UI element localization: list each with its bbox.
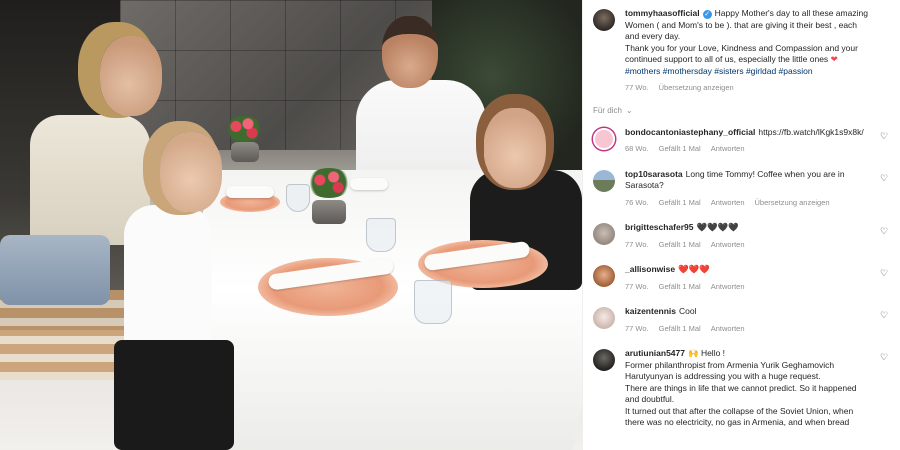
comment-item: bondocantoniastephany_official https://fb…: [593, 127, 890, 155]
comment-filter-dropdown[interactable]: Für dich ⌄: [593, 106, 890, 115]
post-age[interactable]: 77 Wo.: [625, 82, 649, 94]
comment-item: top10sarasota Long time Tommy! Coffee whe…: [593, 169, 890, 209]
commenter-username[interactable]: bondocantoniastephany_official: [625, 127, 755, 137]
water-glass: [286, 184, 310, 212]
comments-scroll[interactable]: tommyhaasofficial ✓ Happy Mother's day to …: [583, 0, 900, 429]
comment-text: https://fb.watch/lKgk1s9x8k/: [758, 126, 864, 137]
author-avatar[interactable]: [593, 9, 615, 31]
girl-left-figure: [124, 205, 212, 355]
reply-button[interactable]: Antworten: [711, 323, 745, 335]
comment-item: arutiunian5477 🙌 Hello ! Former philanthr…: [593, 348, 890, 429]
caption-meta: 77 Wo. Übersetzung anzeigen: [625, 82, 890, 94]
comment-item: _allisonwise ❤️❤️❤️ 77 Wo. Gefällt 1 Mal …: [593, 264, 890, 292]
post-caption: tommyhaasofficial ✓ Happy Mother's day to …: [593, 8, 890, 94]
comment-text: ❤️❤️❤️: [678, 264, 710, 274]
reply-button[interactable]: Antworten: [711, 281, 745, 293]
comment-text: Former philanthropist from Armenia Yurik…: [625, 359, 835, 370]
heart-icon[interactable]: ♡: [880, 352, 890, 362]
comment-like-count[interactable]: Gefällt 1 Mal: [659, 143, 701, 155]
comment-age[interactable]: 77 Wo.: [625, 281, 649, 293]
flower-pot: [231, 142, 259, 162]
translate-link[interactable]: Übersetzung anzeigen: [755, 197, 830, 209]
comment-age[interactable]: 76 Wo.: [625, 197, 649, 209]
reply-button[interactable]: Antworten: [711, 143, 745, 155]
comment-age[interactable]: 77 Wo.: [625, 323, 649, 335]
girl-left-head: [160, 132, 222, 212]
comment-text: there was no electricity, no gas in Arme…: [625, 417, 850, 427]
comment-text: It turned out that after the collapse of…: [625, 405, 854, 416]
heart-icon[interactable]: ♡: [880, 226, 890, 236]
commenter-avatar[interactable]: [593, 349, 615, 371]
comment-text: 🖤🖤🖤🖤: [696, 222, 739, 232]
comment-item: kaizentennis Cool 77 Wo. Gefällt 1 Mal An…: [593, 306, 890, 334]
comment-text: Harutyunyan is addressing you with a hug…: [625, 371, 821, 381]
commenter-username[interactable]: brigitteschafer95: [625, 222, 694, 232]
woman-jeans: [0, 235, 110, 305]
comment-like-count[interactable]: Gefällt 1 Mal: [659, 281, 701, 293]
comment-like-count[interactable]: Gefällt 1 Mal: [659, 239, 701, 251]
caption-line: Women ( and Mom's to be ). that are givi…: [625, 19, 858, 30]
comment-text: Long time Tommy! Coffee when you are in: [685, 168, 845, 179]
reply-button[interactable]: Antworten: [711, 239, 745, 251]
chevron-down-icon: ⌄: [625, 105, 633, 115]
flowers: [224, 116, 264, 142]
commenter-avatar[interactable]: [593, 307, 615, 329]
comment-text: and doubtful.: [625, 394, 675, 404]
commenter-username[interactable]: arutiunian5477: [625, 348, 685, 358]
water-glass: [414, 280, 452, 324]
comment-age[interactable]: 77 Wo.: [625, 239, 649, 251]
comment-text: 🙌 Hello !: [688, 348, 726, 358]
reply-button[interactable]: Antworten: [711, 197, 745, 209]
comment-text: Sarasota?: [625, 180, 664, 190]
commenter-avatar[interactable]: [593, 169, 615, 192]
author-username[interactable]: tommyhaasofficial: [625, 8, 700, 18]
girl-right-head: [484, 108, 546, 188]
commenter-avatar[interactable]: [593, 127, 615, 150]
heart-emoji-icon: ❤: [830, 54, 838, 64]
heart-icon[interactable]: ♡: [880, 131, 890, 141]
commenter-username[interactable]: kaizentennis: [625, 306, 676, 316]
girl-left-skirt: [114, 340, 234, 450]
comments-panel: tommyhaasofficial ✓ Happy Mother's day to …: [582, 0, 900, 450]
comment-text: Cool: [679, 306, 697, 316]
post-photo[interactable]: [0, 0, 582, 450]
napkin: [226, 186, 274, 198]
man-head: [382, 16, 438, 88]
translate-link[interactable]: Übersetzung anzeigen: [659, 82, 734, 94]
caption-line: Thank you for your Love, Kindness and Co…: [625, 42, 858, 53]
napkin: [350, 178, 388, 190]
comment-age[interactable]: 68 Wo.: [625, 143, 649, 155]
water-glass: [366, 218, 396, 252]
heart-icon[interactable]: ♡: [880, 173, 890, 183]
comment-text: There are things in life that we cannot …: [625, 382, 857, 393]
comment-filter-label: Für dich: [593, 105, 622, 115]
caption-line: Happy Mother's day to all these amazing: [714, 8, 868, 18]
verified-badge-icon: ✓: [702, 10, 712, 19]
comment-like-count[interactable]: Gefällt 1 Mal: [659, 323, 701, 335]
commenter-username[interactable]: top10sarasota: [625, 169, 683, 179]
comment-like-count[interactable]: Gefällt 1 Mal: [659, 197, 701, 209]
commenter-username[interactable]: _allisonwise: [625, 264, 675, 274]
flowers: [306, 168, 352, 198]
commenter-avatar[interactable]: [593, 223, 615, 245]
commenter-avatar[interactable]: [593, 265, 615, 287]
caption-line: and every day.: [625, 31, 681, 41]
flower-pot: [312, 200, 346, 224]
woman-head: [100, 36, 162, 116]
caption-hashtags[interactable]: #mothers #mothersday #sisters #girldad #…: [625, 66, 890, 78]
comment-item: brigitteschafer95 🖤🖤🖤🖤 77 Wo. Gefällt 1 M…: [593, 222, 890, 250]
heart-icon[interactable]: ♡: [880, 310, 890, 320]
post-view: tommyhaasofficial ✓ Happy Mother's day to …: [0, 0, 900, 450]
caption-line: continued support to all of us, especial…: [625, 54, 829, 64]
heart-icon[interactable]: ♡: [880, 268, 890, 278]
